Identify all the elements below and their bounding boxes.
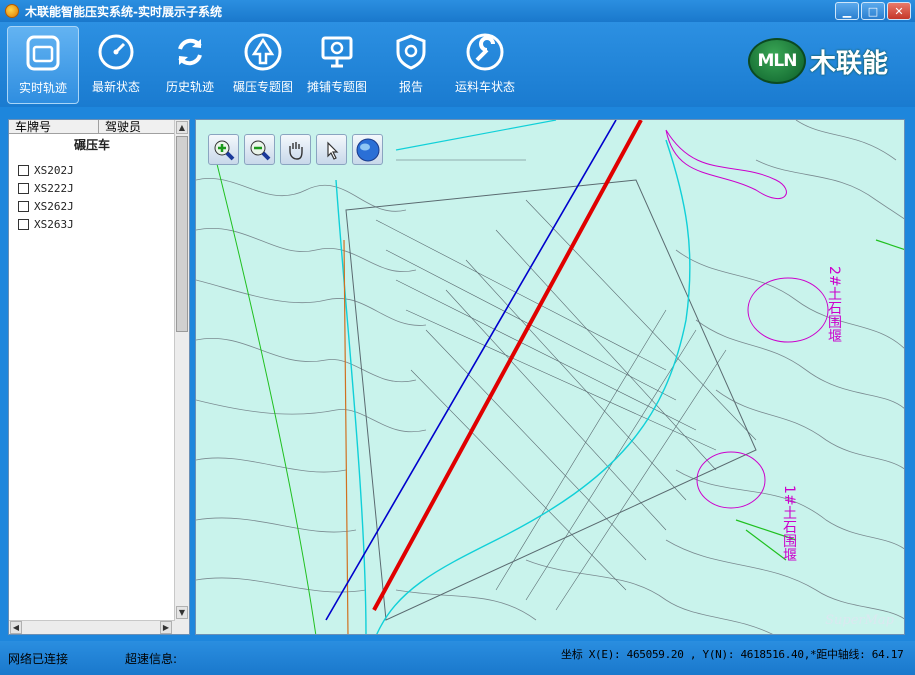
minimize-button[interactable]: ▁ — [835, 2, 859, 20]
wrench-icon — [466, 33, 504, 71]
coordinate-readout: 坐标 X(E): 465059.20 , Y(N): 4618516.40,*距… — [561, 648, 904, 661]
map-view[interactable]: 2#土石围堰 1#土石围堰 SuperMap — [195, 119, 905, 635]
map-label-dump-2: 2#土石围堰 — [826, 266, 842, 343]
vehicle-checkbox[interactable] — [18, 165, 29, 176]
vehicle-item[interactable]: XS263J — [18, 218, 74, 231]
toolbar-realtime-track[interactable]: 实时轨迹 — [7, 26, 79, 104]
close-button[interactable]: ✕ — [887, 2, 911, 20]
vehicle-item[interactable]: XS222J — [18, 182, 74, 195]
toolbar-history-track[interactable]: 历史轨迹 — [154, 26, 226, 104]
column-plate[interactable]: 车牌号 — [9, 120, 99, 134]
vehicle-plate: XS202J — [34, 164, 74, 177]
map-label-dump-1: 1#土石围堰 — [781, 485, 797, 562]
toolbar-label: 运料车状态 — [454, 80, 515, 94]
refresh-icon — [178, 38, 202, 66]
column-driver[interactable]: 驾驶员 — [99, 120, 175, 134]
pan-hand-icon[interactable] — [280, 134, 311, 165]
toolbar-label: 摊铺专题图 — [306, 80, 367, 94]
toolbar-label: 历史轨迹 — [165, 80, 214, 94]
scroll-right-icon[interactable]: ▶ — [160, 621, 172, 634]
vehicle-plate: XS262J — [34, 200, 74, 213]
window-title: 木联能智能压实系统-实时展示子系统 — [25, 4, 222, 19]
monitor-icon — [321, 36, 353, 68]
vehicle-item[interactable]: XS202J — [18, 164, 74, 177]
vertical-scrollbar[interactable]: ▲ ▼ — [174, 120, 189, 634]
vehicle-plate: XS263J — [34, 218, 74, 231]
title-bar: 木联能智能压实系统-实时展示子系统 ▁ □ ✕ — [0, 0, 915, 22]
toolbar-latest-status[interactable]: 最新状态 — [80, 26, 152, 104]
app-icon — [5, 4, 19, 18]
toolbar-label: 报告 — [398, 80, 423, 94]
scroll-up-icon[interactable]: ▲ — [176, 121, 188, 134]
network-status: 网络已连接 — [8, 652, 69, 666]
toolbar-roll-map[interactable]: 碾压专题图 — [227, 26, 299, 104]
scroll-thumb[interactable] — [176, 136, 188, 332]
logo-text: 木联能 — [810, 48, 889, 79]
maximize-button[interactable]: □ — [861, 2, 885, 20]
vehicle-list-panel: 车牌号 驾驶员 碾压车 XS202J XS222J XS262J XS263J … — [8, 119, 190, 635]
vehicle-checkbox[interactable] — [18, 201, 29, 212]
company-logo: MLN 木联能 — [748, 38, 888, 84]
scroll-left-icon[interactable]: ◀ — [10, 621, 22, 634]
toolbar-label: 实时轨迹 — [18, 81, 67, 95]
globe-icon[interactable] — [352, 134, 383, 165]
vehicle-checkbox[interactable] — [18, 219, 29, 230]
zoom-out-icon[interactable] — [244, 134, 275, 165]
vehicle-group-title: 碾压车 — [73, 138, 110, 152]
toolbar-report[interactable]: 报告 — [375, 26, 447, 104]
speed-info: 超速信息: — [125, 652, 178, 666]
toolbar-pave-map[interactable]: 摊铺专题图 — [301, 26, 373, 104]
toolbar-label: 碾压专题图 — [232, 80, 293, 94]
tree-icon — [244, 33, 282, 71]
status-bar: 网络已连接 超速信息: 坐标 X(E): 465059.20 , Y(N): 4… — [0, 641, 915, 675]
map-toolbar — [208, 134, 383, 165]
screen-icon — [26, 35, 60, 71]
toolbar-truck-status[interactable]: 运料车状态 — [449, 26, 521, 104]
vehicle-item[interactable]: XS262J — [18, 200, 74, 213]
toolbar-label: 最新状态 — [91, 80, 140, 94]
horizontal-scrollbar[interactable]: ◀ ▶ — [9, 620, 175, 634]
shield-icon — [396, 34, 426, 70]
vehicle-checkbox[interactable] — [18, 183, 29, 194]
logo-badge: MLN — [748, 38, 806, 84]
zoom-in-icon[interactable] — [208, 134, 239, 165]
map-watermark: SuperMap — [825, 613, 894, 628]
vehicle-table-header: 车牌号 驾驶员 — [9, 120, 189, 134]
app-window: 木联能智能压实系统-实时展示子系统 ▁ □ ✕ 实时轨迹 最新状态 历史轨迹 碾… — [0, 0, 915, 675]
select-arrow-icon[interactable] — [316, 134, 347, 165]
scroll-down-icon[interactable]: ▼ — [176, 606, 188, 619]
vehicle-plate: XS222J — [34, 182, 74, 195]
clock-icon — [98, 34, 134, 70]
